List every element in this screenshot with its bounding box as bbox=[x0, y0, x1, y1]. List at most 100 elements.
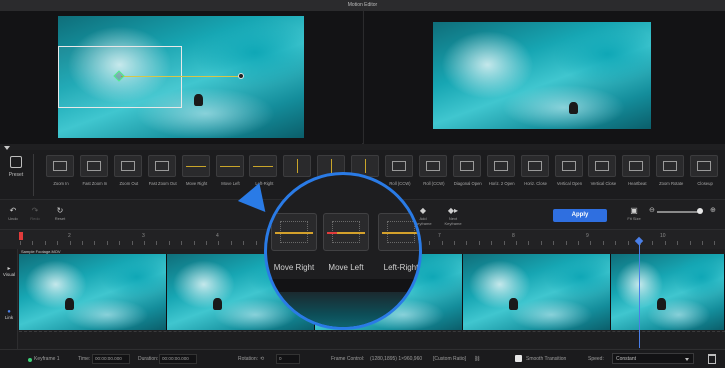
preset-item[interactable]: Vertical Close bbox=[588, 155, 618, 186]
fit-size-label: Fit Size bbox=[627, 216, 641, 221]
preset-thumbnail-graphic bbox=[595, 161, 610, 171]
fit-size-button[interactable]: ▣ Fit Size bbox=[625, 206, 643, 221]
ruler-tick bbox=[590, 241, 592, 245]
preset-button[interactable]: Preset bbox=[4, 156, 28, 178]
smooth-transition-checkbox[interactable] bbox=[515, 355, 522, 362]
smooth-transition-label: Smooth Transition bbox=[526, 356, 567, 362]
preset-thumbnail-graphic bbox=[297, 159, 299, 173]
next-keyframe-icon: ◆▸ bbox=[447, 206, 459, 215]
ruler-tick bbox=[503, 241, 505, 245]
preset-item[interactable]: Fast Zoom In bbox=[79, 155, 110, 186]
redo-button[interactable]: ↷ Redo bbox=[26, 206, 44, 221]
visual-tab-icon: ▸ bbox=[7, 266, 11, 272]
preset-item[interactable]: Roll (CCW) bbox=[385, 155, 415, 186]
preset-thumbnail-graphic bbox=[561, 161, 576, 171]
preset-button-label: Preset bbox=[8, 172, 24, 178]
ruler-tick bbox=[491, 241, 493, 245]
preset-item[interactable]: Move Right bbox=[181, 155, 212, 186]
preset-item[interactable]: Move Left bbox=[215, 155, 246, 186]
link-tab[interactable]: ● Link bbox=[0, 309, 18, 320]
preset-item[interactable] bbox=[283, 155, 313, 181]
ruler-tick bbox=[57, 241, 59, 245]
preset-label: Move Left bbox=[221, 181, 240, 186]
preset-item[interactable]: Zoom Out bbox=[113, 155, 144, 186]
redo-icon: ↷ bbox=[31, 206, 39, 215]
preset-thumbnail bbox=[147, 155, 176, 177]
preset-thumbnail-graphic bbox=[120, 161, 135, 171]
preset-label: Zoom Out bbox=[119, 181, 139, 186]
time-field[interactable]: 00:00:00.000 bbox=[92, 354, 130, 364]
duration-field[interactable]: 00:00:00.000 bbox=[159, 354, 197, 364]
preset-thumbnail bbox=[452, 155, 481, 177]
zoom-slider-knob[interactable] bbox=[697, 208, 703, 214]
preset-thumbnail bbox=[418, 155, 447, 177]
preset-item[interactable]: Heartbeat bbox=[622, 155, 652, 186]
ruler-tick bbox=[193, 241, 195, 245]
ruler-tick bbox=[664, 241, 666, 245]
preset-label: Vertical Open bbox=[556, 181, 583, 186]
preset-item[interactable]: Roll (CCW) bbox=[418, 155, 449, 186]
ruler-tick bbox=[627, 241, 629, 245]
preset-item[interactable]: Vertical Open bbox=[554, 155, 585, 186]
zoom-out-icon[interactable]: ⊖ bbox=[649, 206, 655, 214]
end-point-handle[interactable] bbox=[238, 73, 244, 79]
preset-thumbnail bbox=[385, 155, 413, 177]
ruler-tick bbox=[702, 241, 703, 245]
preset-thumbnail-graphic bbox=[53, 161, 67, 171]
preset-thumbnail bbox=[283, 155, 312, 177]
preset-item[interactable]: Horiz. Close bbox=[520, 155, 551, 186]
preset-thumbnail bbox=[486, 155, 515, 177]
ruler-tick bbox=[255, 241, 257, 245]
ruler-tick bbox=[540, 241, 542, 245]
ruler-tick bbox=[32, 241, 34, 245]
next-keyframe-button[interactable]: ◆▸ Next Keyframe bbox=[440, 206, 466, 226]
preset-item[interactable]: Fast Zoom Out bbox=[147, 155, 178, 186]
preset-thumbnail-graphic bbox=[493, 161, 508, 171]
reset-icon: ↻ bbox=[56, 206, 64, 215]
preset-icon bbox=[10, 156, 22, 168]
ruler-tick bbox=[714, 241, 716, 245]
speed-select[interactable]: Constant bbox=[612, 353, 694, 364]
apply-button[interactable]: Apply bbox=[553, 209, 607, 222]
preset-item[interactable]: Horiz. 2 Open bbox=[486, 155, 517, 186]
preset-item[interactable]: Zoom Rotate bbox=[656, 155, 686, 186]
preset-thumbnail-graphic bbox=[365, 159, 367, 173]
preset-label: Closeup bbox=[697, 181, 713, 186]
duration-label: Duration: bbox=[138, 356, 159, 362]
visual-tab[interactable]: ▸ Visual bbox=[0, 265, 18, 277]
link-icon[interactable]: ⛓ bbox=[474, 356, 480, 362]
zoom-slider[interactable] bbox=[657, 211, 702, 213]
preset-item[interactable]: Diagonal Open bbox=[452, 155, 483, 186]
preset-thumbnail-graphic bbox=[527, 161, 542, 171]
surfer-figure bbox=[65, 298, 74, 310]
redo-label: Redo bbox=[30, 216, 40, 221]
preset-item[interactable]: Closeup bbox=[690, 155, 720, 186]
ruler-tick bbox=[156, 241, 158, 245]
ruler-tick bbox=[677, 241, 679, 245]
undo-button[interactable]: ↶ Undo bbox=[4, 206, 22, 221]
speed-label: Speed: bbox=[588, 356, 604, 362]
preset-item[interactable]: Zoom In bbox=[46, 155, 76, 186]
zoom-in-icon[interactable]: ⊕ bbox=[710, 206, 716, 214]
track-side-panel: ▸ Visual ● Link bbox=[0, 249, 18, 349]
track-frame-thumbnail bbox=[19, 254, 167, 330]
playhead-line[interactable] bbox=[639, 242, 640, 348]
ruler-tick bbox=[243, 241, 245, 245]
thumb-line bbox=[275, 232, 313, 234]
preset-thumbnail bbox=[690, 155, 719, 177]
start-marker[interactable] bbox=[19, 232, 23, 240]
preset-label: Diagonal Open bbox=[453, 181, 482, 186]
trash-icon[interactable] bbox=[708, 354, 716, 364]
preset-thumbnail bbox=[215, 155, 244, 177]
rotation-field[interactable]: 0 bbox=[276, 354, 300, 364]
preset-item[interactable]: Left-Right bbox=[249, 155, 279, 186]
reset-button[interactable]: ↻ Reset bbox=[51, 206, 69, 221]
surfer-figure bbox=[569, 102, 578, 114]
track-frame-thumbnail bbox=[463, 254, 611, 330]
status-bar: Keyframe 1 Time: 00:00:00.000 Duration: … bbox=[0, 349, 725, 368]
ruler-tick bbox=[652, 241, 654, 245]
magnifier-label: Left-Right bbox=[383, 263, 419, 272]
ruler-tick bbox=[565, 241, 567, 245]
frame-ratio[interactable]: [Custom Ratio] bbox=[433, 356, 466, 362]
magnified-track bbox=[267, 279, 419, 327]
